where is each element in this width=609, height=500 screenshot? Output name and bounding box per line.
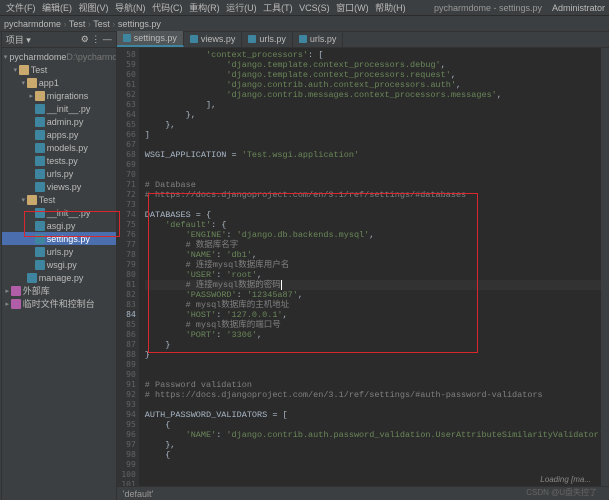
line-gutter[interactable]: 5859606162636465666768697071727374757677… <box>117 48 139 486</box>
py-icon <box>35 169 45 179</box>
tree-node[interactable]: ▸临时文件和控制台 <box>2 297 116 310</box>
py-icon <box>35 104 45 114</box>
editor-tab[interactable]: views.py <box>184 31 243 47</box>
dir-icon <box>27 78 37 88</box>
py-icon <box>35 208 45 218</box>
editor-tab[interactable]: settings.py <box>117 31 184 47</box>
code-editor[interactable]: 'context_processors': [ 'django.template… <box>139 48 609 486</box>
menu-item[interactable]: 重构(R) <box>187 3 222 13</box>
tree-node[interactable]: ▾app1 <box>2 76 116 89</box>
editor-tab[interactable]: urls.py <box>242 31 293 47</box>
python-file-icon <box>299 35 307 43</box>
editor-tab[interactable]: urls.py <box>293 31 344 47</box>
dir-icon <box>35 91 45 101</box>
py-icon <box>35 117 45 127</box>
py-icon <box>35 182 45 192</box>
lib-icon <box>11 286 21 296</box>
tree-node[interactable]: __init__.py <box>2 206 116 219</box>
py-icon <box>35 130 45 140</box>
breadcrumb-part[interactable]: settings.py <box>118 19 161 29</box>
tree-node[interactable]: ▾Test <box>2 63 116 76</box>
py-icon <box>35 247 45 257</box>
tree-node[interactable]: ▾pycharmdome D:\pycharmdome <box>2 50 116 63</box>
menu-item[interactable]: VCS(S) <box>297 3 332 13</box>
py-icon <box>35 156 45 166</box>
menu-item[interactable]: 窗口(W) <box>334 3 371 13</box>
tree-node[interactable]: ▸外部库 <box>2 284 116 297</box>
breadcrumb-part[interactable]: Test <box>69 19 86 29</box>
py-icon <box>35 260 45 270</box>
dir-icon <box>19 65 29 75</box>
tree-node[interactable]: ▾Test <box>2 193 116 206</box>
watermark: CSDN @U盘失控了 <box>526 487 597 498</box>
nav-breadcrumb: pycharmdome › Test › Test › settings.py <box>0 16 609 32</box>
tree-node[interactable]: apps.py <box>2 128 116 141</box>
menu-item[interactable]: 运行(U) <box>224 3 259 13</box>
py-icon <box>35 234 45 244</box>
menu-item[interactable]: 代码(C) <box>150 3 185 13</box>
loading-indicator: Loading [ma... <box>540 475 591 484</box>
menu-item[interactable]: 工具(T) <box>261 3 295 13</box>
editor-tabs[interactable]: settings.pyviews.pyurls.pyurls.py <box>117 32 609 48</box>
tree-node[interactable]: tests.py <box>2 154 116 167</box>
window-title: pycharmdome - settings.py <box>434 3 542 13</box>
py-icon <box>27 273 37 283</box>
project-tree[interactable]: ▾pycharmdome D:\pycharmdome▾Test▾app1▸mi… <box>2 48 116 500</box>
py-icon <box>35 221 45 231</box>
python-file-icon <box>123 34 131 42</box>
tree-node[interactable]: admin.py <box>2 115 116 128</box>
editor-area: settings.pyviews.pyurls.pyurls.py 585960… <box>117 32 609 500</box>
tree-node[interactable]: models.py <box>2 141 116 154</box>
tree-node[interactable]: wsgi.py <box>2 258 116 271</box>
py-icon <box>35 143 45 153</box>
project-panel-label: 项目 ▾ <box>6 33 31 46</box>
tree-node[interactable]: urls.py <box>2 245 116 258</box>
tree-node[interactable]: views.py <box>2 180 116 193</box>
menu-bar: 文件(F) 编辑(E) 视图(V) 导航(N) 代码(C) 重构(R) 运行(U… <box>0 0 609 16</box>
tree-node[interactable]: asgi.py <box>2 219 116 232</box>
tree-node[interactable]: ▸migrations <box>2 89 116 102</box>
breadcrumb-part[interactable]: Test <box>93 19 110 29</box>
tree-node[interactable]: urls.py <box>2 167 116 180</box>
python-file-icon <box>248 35 256 43</box>
project-panel-header[interactable]: 项目 ▾ ⚙ ⋮ — <box>2 32 116 48</box>
admin-label: Administrator <box>552 3 605 13</box>
menu-item[interactable]: 帮助(H) <box>373 3 408 13</box>
project-sidebar: 项目 ▾ ⚙ ⋮ — ▾pycharmdome D:\pycharmdome▾T… <box>2 32 117 500</box>
scrollbar-vertical[interactable] <box>601 48 609 486</box>
menu-item[interactable]: 视图(V) <box>77 3 111 13</box>
menu-item[interactable]: 文件(F) <box>4 3 38 13</box>
tree-node[interactable]: settings.py <box>2 232 116 245</box>
scr-icon <box>11 299 21 309</box>
menu-item[interactable]: 编辑(E) <box>40 3 74 13</box>
tree-node[interactable]: manage.py <box>2 271 116 284</box>
python-file-icon <box>190 35 198 43</box>
dir-icon <box>27 195 37 205</box>
tree-node[interactable]: __init__.py <box>2 102 116 115</box>
menu-item[interactable]: 导航(N) <box>113 3 148 13</box>
breadcrumb-part[interactable]: pycharmdome <box>4 19 61 29</box>
